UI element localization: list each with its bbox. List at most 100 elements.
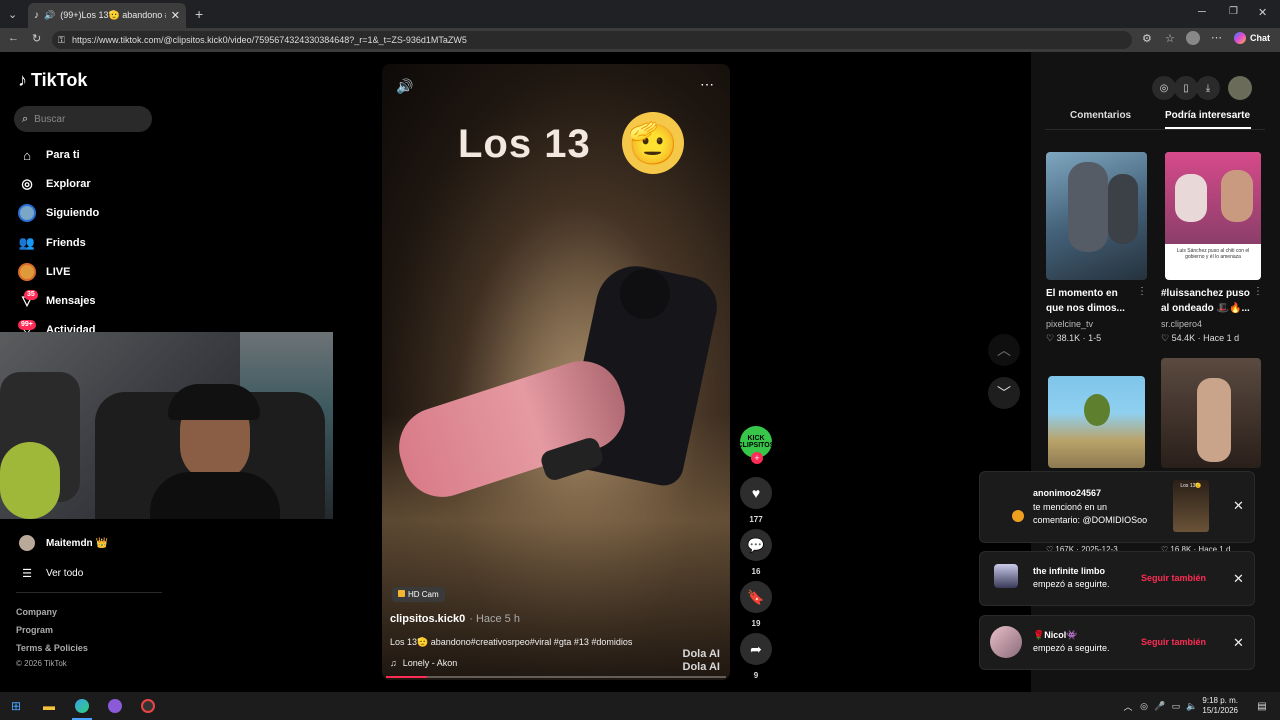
- messages-badge: 35: [24, 290, 38, 300]
- music-title: Lonely - Akon: [402, 658, 458, 668]
- follow-back-button[interactable]: Seguir también: [1141, 573, 1206, 583]
- extensions-icon[interactable]: ⚙: [1142, 32, 1152, 45]
- tab-comentarios[interactable]: Comentarios: [1070, 110, 1131, 121]
- new-tab-icon[interactable]: +: [195, 6, 203, 22]
- url-field[interactable]: ⚿ https://www.tiktok.com/@clipsitos.kick…: [52, 31, 1132, 49]
- restore-icon[interactable]: ❐: [1229, 6, 1238, 17]
- file-explorer-icon[interactable]: ▬: [41, 698, 57, 714]
- notification-close-icon[interactable]: ✕: [1233, 498, 1244, 514]
- follow-plus-icon[interactable]: +: [751, 452, 763, 464]
- sidebar-item-label: LIVE: [46, 266, 71, 278]
- comment-button[interactable]: 💬 16: [740, 529, 772, 576]
- site-info-icon[interactable]: ⚿: [58, 31, 65, 49]
- minimize-icon[interactable]: ─: [1198, 6, 1206, 18]
- recommended-video-thumb[interactable]: [1046, 152, 1147, 280]
- more-options-icon[interactable]: ⋯: [700, 76, 715, 93]
- notification-center-icon[interactable]: ▤: [1254, 698, 1270, 714]
- notification-text: te mencionó en un: [1033, 502, 1108, 512]
- recommended-video-user[interactable]: sr.clipero4: [1161, 319, 1202, 329]
- volume-icon[interactable]: 🔊: [396, 78, 413, 95]
- notification-close-icon[interactable]: ✕: [1233, 635, 1244, 651]
- recommended-video-thumb[interactable]: [1048, 376, 1145, 468]
- author-name[interactable]: clipsitos.kick0: [390, 613, 465, 625]
- notification-follow[interactable]: 🌹Nicol👾 empezó a seguirte. Seguir tambié…: [979, 615, 1255, 670]
- next-video-button[interactable]: ﹀: [988, 377, 1020, 409]
- footer-terms[interactable]: Terms & Policies: [16, 643, 88, 653]
- profile-avatar[interactable]: [1228, 76, 1252, 100]
- recommended-video-thumb[interactable]: Luis Sánchez puso al chiti con el gobier…: [1165, 152, 1261, 280]
- video-options-icon[interactable]: ⋮: [1253, 286, 1263, 297]
- back-icon[interactable]: ←: [8, 32, 19, 44]
- music-link[interactable]: ♫ Lonely - Akon: [390, 658, 457, 668]
- save-button[interactable]: 🔖 19: [740, 581, 772, 628]
- sidebar-item-para-ti[interactable]: ⌂ Para ti: [18, 146, 80, 164]
- progress-track[interactable]: [386, 676, 726, 678]
- recommended-video-title[interactable]: #luissanchez puso al ondeado 🎩🔥...: [1161, 286, 1253, 316]
- clock-date: 15/1/2026: [1202, 706, 1238, 715]
- tree-shape: [1084, 394, 1110, 426]
- watermark-2: Dola AI: [682, 661, 721, 673]
- search-input[interactable]: ⌕ Buscar: [14, 106, 152, 132]
- network-icon[interactable]: ▭: [1168, 698, 1184, 714]
- streamer-cap: [168, 384, 260, 420]
- creator-avatar-button[interactable]: KICK CLIPSITOS +: [738, 426, 774, 464]
- compass-icon[interactable]: ◎: [1152, 76, 1176, 100]
- address-bar: ← ↻ ⚿ https://www.tiktok.com/@clipsitos.…: [0, 28, 1280, 52]
- tiktok-logo[interactable]: ♪ TikTok: [18, 70, 87, 91]
- profile-avatar-icon[interactable]: [1186, 31, 1200, 45]
- search-placeholder: Buscar: [34, 113, 66, 125]
- notification-mention[interactable]: anonimoo24567 te mencionó en un comentar…: [979, 471, 1255, 543]
- download-icon[interactable]: ⤓: [1196, 76, 1220, 100]
- obs-icon[interactable]: [140, 698, 156, 714]
- sidebar-item-siguiendo[interactable]: Siguiendo: [18, 204, 99, 222]
- footer-program[interactable]: Program: [16, 625, 53, 635]
- phone-icon[interactable]: ▯: [1174, 76, 1198, 100]
- hd-cam-badge: HD Cam: [392, 587, 445, 602]
- tab-close-icon[interactable]: ✕: [171, 9, 180, 22]
- windows-start-icon[interactable]: ⊞: [8, 698, 24, 714]
- browser-tab[interactable]: ♪ 🔊 (99+)Los 13🫡 abandono #cı ✕: [28, 3, 186, 28]
- browser-tab-bar: ⌄ ♪ 🔊 (99+)Los 13🫡 abandono #cı ✕ + ─ ❐ …: [0, 0, 1280, 28]
- follow-back-button[interactable]: Seguir también: [1141, 637, 1206, 647]
- share-count: 9: [753, 671, 759, 680]
- tray-app-icon[interactable]: ◎: [1136, 698, 1152, 714]
- more-menu-icon[interactable]: ⋯: [1211, 31, 1222, 44]
- microphone-icon[interactable]: 🎤: [1152, 698, 1168, 714]
- notification-follow[interactable]: the infinite limbo empezó a seguirte. Se…: [979, 551, 1255, 606]
- share-button[interactable]: ➦ 9: [740, 633, 772, 680]
- recommended-video-user[interactable]: pixelcine_tv: [1046, 319, 1093, 329]
- tab-podria-interesarte[interactable]: Podría interesarte: [1165, 110, 1250, 121]
- video-player[interactable]: Los 13 🫡 🔊 ⋯ HD Cam clipsitos.kick0 · Hac…: [382, 64, 730, 680]
- recommended-video-thumb[interactable]: [1161, 358, 1261, 468]
- music-note-icon: ♫: [390, 658, 397, 668]
- previous-video-button[interactable]: ︿: [988, 334, 1020, 366]
- edge-browser-icon[interactable]: [74, 698, 90, 714]
- see-all-link[interactable]: ☰ Ver todo: [18, 564, 83, 582]
- following-user-maitemdn[interactable]: Maitemdn 👑: [18, 534, 108, 552]
- like-button[interactable]: ♥ 177: [740, 477, 772, 524]
- video-author[interactable]: clipsitos.kick0 · Hace 5 h: [390, 613, 520, 625]
- watermark-1: Dola AI: [682, 648, 721, 660]
- video-options-icon[interactable]: ⋮: [1137, 286, 1147, 297]
- tray-chevron-icon[interactable]: ︿: [1120, 698, 1136, 714]
- notification-video-thumb[interactable]: Los 13🫡: [1173, 480, 1209, 532]
- window-close-icon[interactable]: ✕: [1258, 6, 1267, 19]
- sidebar-item-explorar[interactable]: ◎ Explorar: [18, 175, 90, 193]
- notification-close-icon[interactable]: ✕: [1233, 571, 1244, 587]
- refresh-icon[interactable]: ↻: [32, 32, 41, 45]
- favorites-icon[interactable]: ☆: [1165, 32, 1175, 45]
- sidebar-item-live[interactable]: LIVE: [18, 263, 70, 281]
- taskbar-clock[interactable]: 9:18 p. m. 15/1/2026: [1202, 696, 1238, 716]
- tab-audio-icon[interactable]: 🔊: [44, 10, 55, 21]
- speaker-icon[interactable]: 🔈: [1184, 698, 1200, 714]
- tab-title: (99+)Los 13🫡 abandono #cı: [60, 10, 166, 20]
- logo-text: TikTok: [31, 70, 88, 90]
- copilot-chat-button[interactable]: Chat: [1234, 32, 1270, 44]
- sidebar-item-friends[interactable]: 👥 Friends: [18, 234, 86, 252]
- chrome-icon[interactable]: [107, 698, 123, 714]
- footer-company[interactable]: Company: [16, 607, 57, 617]
- tab-list-icon[interactable]: ⌄: [8, 8, 17, 21]
- recommended-video-title[interactable]: El momento en que nos dimos...: [1046, 286, 1138, 316]
- notification-user: 🌹Nicol👾: [1033, 630, 1078, 640]
- video-overlay-title: Los 13: [458, 122, 591, 166]
